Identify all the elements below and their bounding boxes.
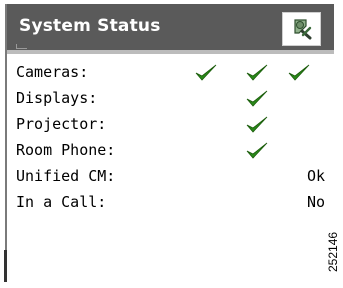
check-icon [246,142,268,159]
tools-button[interactable] [282,12,321,46]
panel-edge-marker [4,250,7,282]
tools-icon [293,19,311,40]
status-label: In a Call: [16,193,107,211]
status-row-projector: Projector: [7,112,334,138]
status-row-room-phone: Room Phone: [7,138,334,164]
status-row-in-a-call: In a Call: No [7,190,334,216]
status-label: Projector: [16,115,107,133]
check-icon [246,90,268,107]
status-row-displays: Displays: [7,86,334,112]
status-list: Cameras: Displays: Projector: Room Phone… [7,60,334,216]
panel-title: System Status [19,16,161,36]
check-icon [195,64,217,81]
check-icon [246,64,268,81]
status-row-unified-cm: Unified CM: Ok [7,164,334,190]
status-value: Ok [306,167,325,185]
check-icon [246,116,268,133]
system-status-panel: System Status Cameras: Displays: Project… [5,4,334,282]
status-row-cameras: Cameras: [7,60,334,86]
check-icon [288,64,310,81]
status-label: Unified CM: [16,167,116,185]
figure-id: 252146 [326,231,340,272]
header-divider [7,50,334,54]
status-label: Room Phone: [16,141,116,159]
status-value: No [306,193,325,211]
panel-header: System Status [7,4,334,50]
status-label: Displays: [16,89,98,107]
status-label: Cameras: [16,63,89,81]
header-corner-mark [16,44,27,49]
